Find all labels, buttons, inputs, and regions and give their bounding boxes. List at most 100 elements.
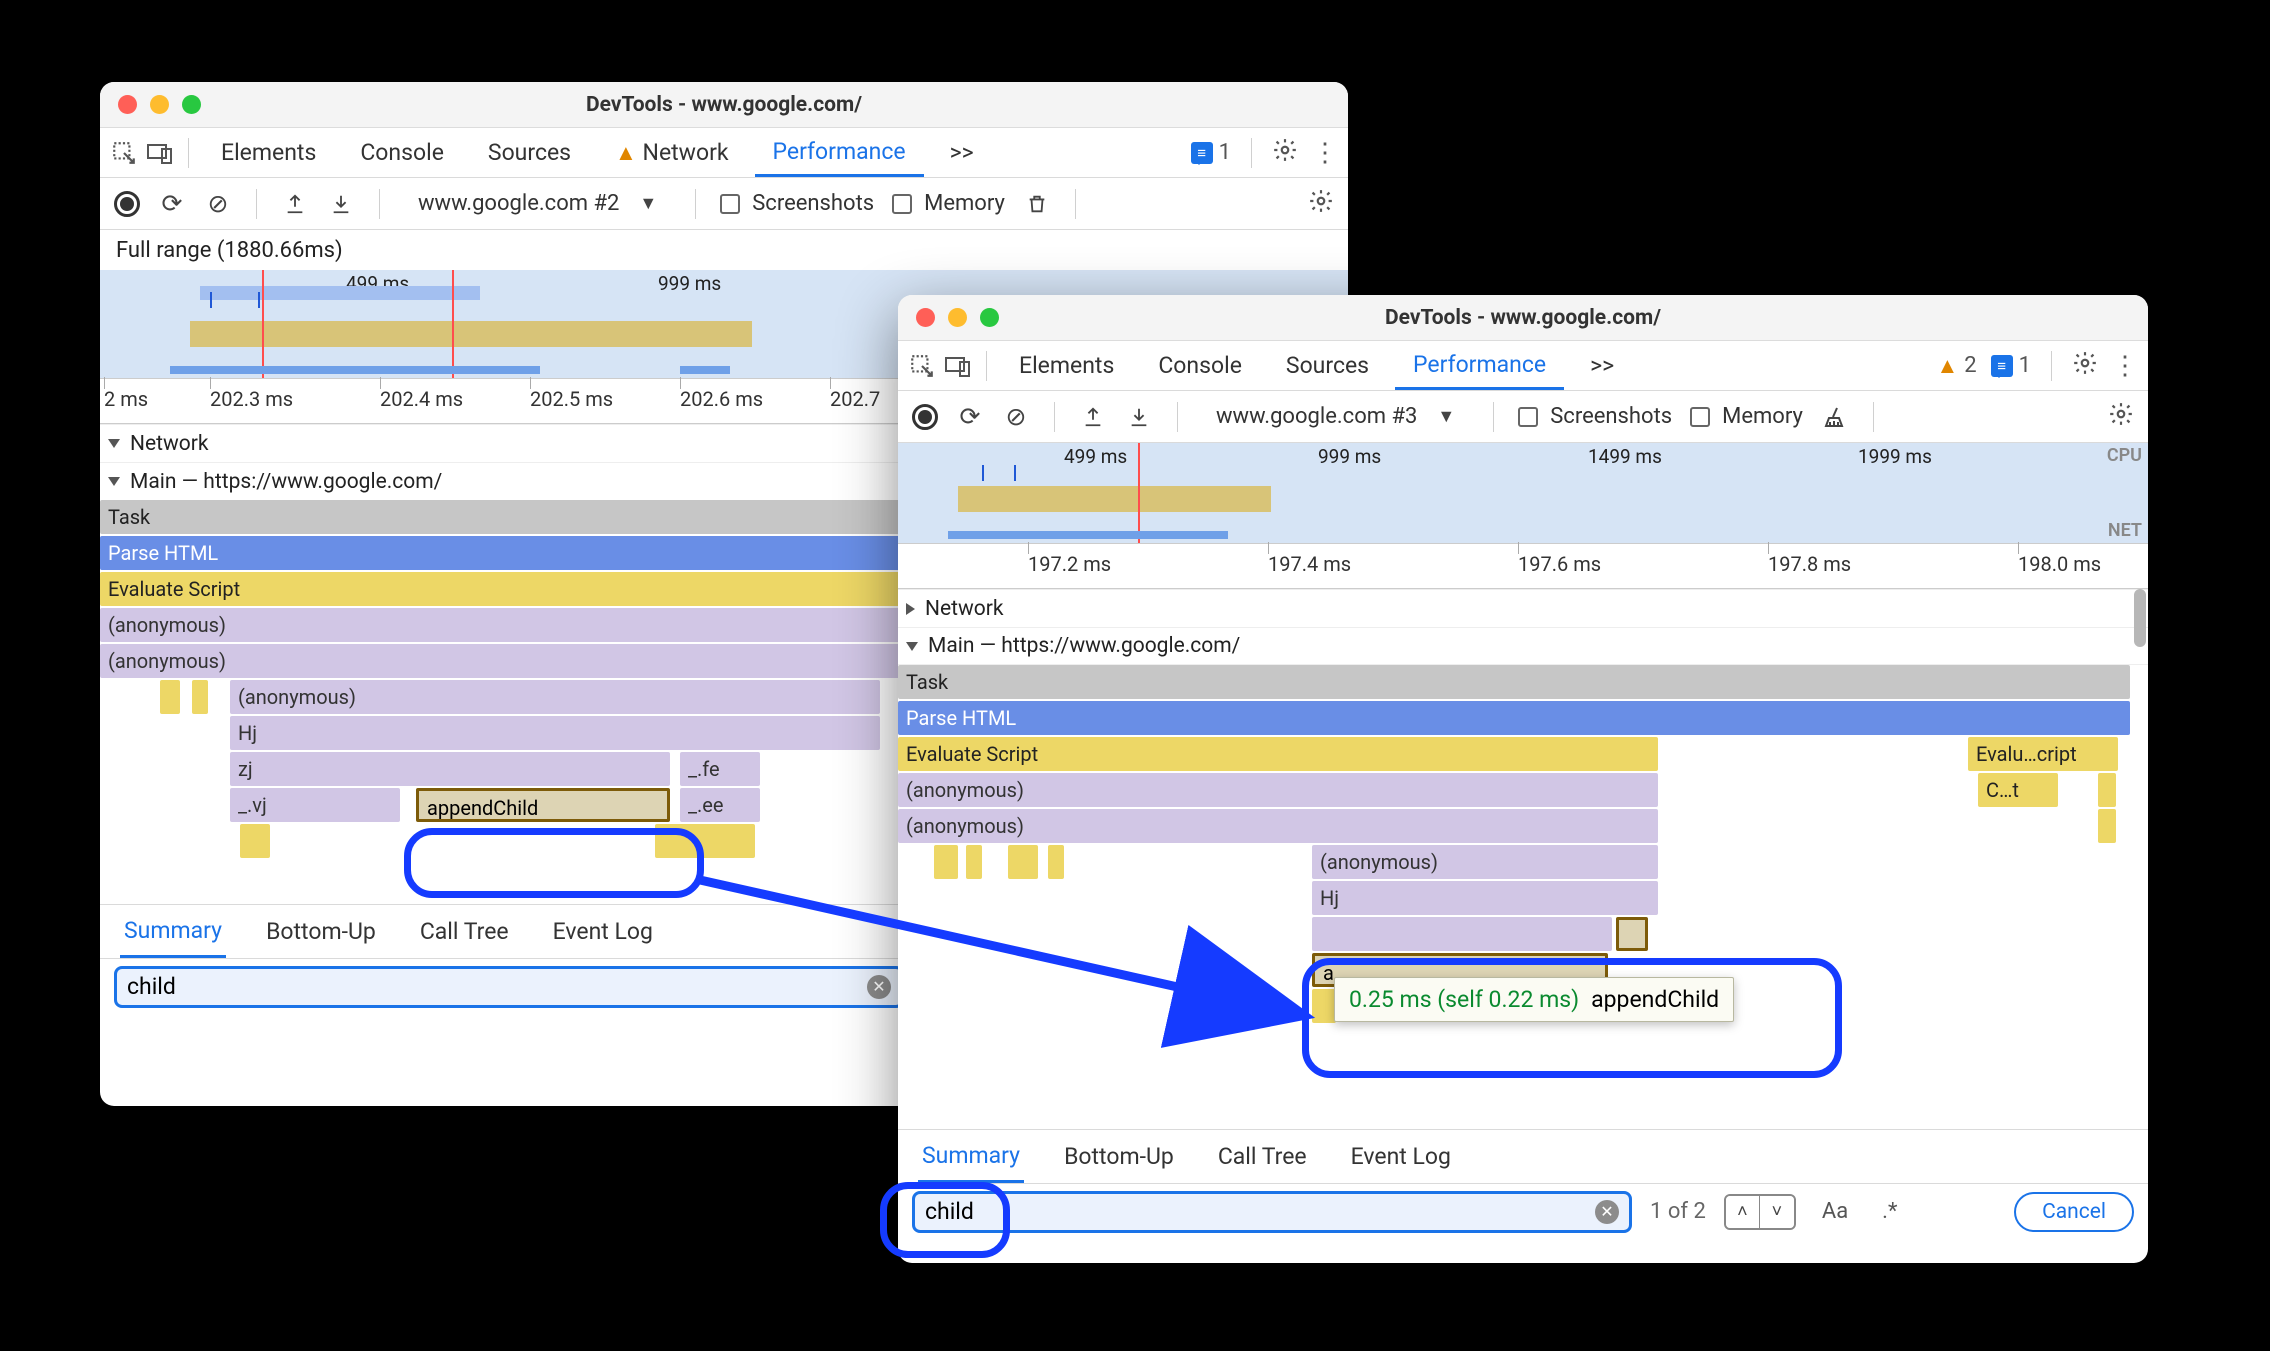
flame-bar[interactable] bbox=[2098, 773, 2116, 807]
search-prev-button[interactable]: ˄ bbox=[1726, 1196, 1760, 1228]
device-toggle-icon[interactable] bbox=[146, 139, 174, 167]
upload-icon[interactable] bbox=[281, 193, 309, 215]
recording-select[interactable]: www.google.com #3 ▼ bbox=[1202, 400, 1469, 433]
flame-scrollbar[interactable] bbox=[2130, 589, 2148, 1129]
regex-toggle[interactable]: .* bbox=[1874, 1195, 1905, 1228]
btab-calltree[interactable]: Call Tree bbox=[1214, 1130, 1311, 1183]
flame-bar[interactable] bbox=[1048, 845, 1064, 879]
tab-console[interactable]: Console bbox=[342, 128, 462, 177]
track-network-header[interactable]: Network bbox=[898, 589, 2148, 627]
window-maximize-icon[interactable] bbox=[182, 95, 201, 114]
kebab-menu-icon[interactable]: ⋮ bbox=[1312, 138, 1338, 168]
inspect-icon[interactable] bbox=[908, 352, 936, 380]
reload-icon[interactable]: ⟳ bbox=[158, 189, 186, 219]
flame-bar[interactable]: (anonymous) bbox=[898, 809, 1658, 843]
warnings-badge[interactable]: ▲ 2 bbox=[1936, 353, 1976, 379]
flame-bar[interactable]: zj bbox=[230, 752, 670, 786]
flame-bar[interactable] bbox=[966, 845, 982, 879]
btab-summary[interactable]: Summary bbox=[120, 905, 226, 958]
record-button[interactable] bbox=[912, 404, 938, 430]
flame-bar[interactable] bbox=[2098, 809, 2116, 843]
gear-icon[interactable] bbox=[1272, 137, 1298, 169]
clear-icon[interactable]: ⊘ bbox=[204, 189, 232, 219]
device-toggle-icon[interactable] bbox=[944, 352, 972, 380]
screenshots-checkbox[interactable]: Screenshots bbox=[720, 191, 874, 216]
flame-bar-eval[interactable]: Evaluate Script bbox=[898, 737, 1658, 771]
flame-bar[interactable]: Hj bbox=[1312, 881, 1658, 915]
flame-bar-eval-short[interactable]: Evalu…cript bbox=[1968, 737, 2118, 771]
upload-icon[interactable] bbox=[1079, 406, 1107, 428]
flame-bar[interactable] bbox=[160, 680, 180, 714]
issues-badge[interactable]: ≡ 1 bbox=[1191, 140, 1231, 165]
tab-elements[interactable]: Elements bbox=[203, 128, 334, 177]
clear-search-icon[interactable]: ✕ bbox=[1595, 1200, 1619, 1224]
tab-more[interactable]: >> bbox=[1572, 341, 1632, 390]
flame-bar[interactable]: (anonymous) bbox=[230, 680, 880, 714]
tab-performance[interactable]: Performance bbox=[1395, 341, 1564, 390]
flame-bar[interactable]: C…t bbox=[1978, 773, 2058, 807]
flame-bar[interactable] bbox=[655, 824, 755, 858]
scroll-thumb[interactable] bbox=[2134, 589, 2146, 647]
flame-bar-task[interactable]: Task bbox=[898, 665, 2130, 699]
flame-bar[interactable]: Hj bbox=[230, 716, 880, 750]
btab-eventlog[interactable]: Event Log bbox=[549, 905, 657, 958]
kebab-menu-icon[interactable]: ⋮ bbox=[2112, 351, 2138, 381]
window-maximize-icon[interactable] bbox=[980, 308, 999, 327]
tab-sources[interactable]: Sources bbox=[1268, 341, 1387, 390]
btab-eventlog[interactable]: Event Log bbox=[1347, 1130, 1455, 1183]
window-minimize-icon[interactable] bbox=[150, 95, 169, 114]
perf-settings-icon[interactable] bbox=[2108, 401, 2134, 433]
tab-sources[interactable]: Sources bbox=[470, 128, 589, 177]
flame-bar[interactable] bbox=[1616, 917, 1648, 951]
flame-chart[interactable]: Network Main — https://www.google.com/ T… bbox=[898, 589, 2148, 1129]
tab-more[interactable]: >> bbox=[932, 128, 992, 177]
flame-bar[interactable]: _.vj bbox=[230, 788, 400, 822]
memory-checkbox[interactable]: Memory bbox=[892, 191, 1005, 216]
clear-icon[interactable]: ⊘ bbox=[1002, 402, 1030, 432]
perf-settings-icon[interactable] bbox=[1308, 188, 1334, 220]
flame-bar[interactable] bbox=[192, 680, 208, 714]
search-input[interactable] bbox=[127, 973, 857, 1000]
flame-ruler[interactable]: 197.2 ms 197.4 ms 197.6 ms 197.8 ms 198.… bbox=[898, 543, 2148, 589]
btab-bottomup[interactable]: Bottom-Up bbox=[1060, 1130, 1178, 1183]
window-close-icon[interactable] bbox=[118, 95, 137, 114]
memory-checkbox[interactable]: Memory bbox=[1690, 404, 1803, 429]
flame-bar[interactable]: _.fe bbox=[680, 752, 760, 786]
btab-calltree[interactable]: Call Tree bbox=[416, 905, 513, 958]
download-icon[interactable] bbox=[327, 193, 355, 215]
titlebar[interactable]: DevTools - www.google.com/ bbox=[100, 82, 1348, 128]
cancel-button[interactable]: Cancel bbox=[2014, 1192, 2134, 1232]
screenshots-checkbox[interactable]: Screenshots bbox=[1518, 404, 1672, 429]
tab-performance[interactable]: Performance bbox=[755, 128, 924, 177]
gear-icon[interactable] bbox=[2072, 350, 2098, 382]
window-minimize-icon[interactable] bbox=[948, 308, 967, 327]
flame-bar[interactable] bbox=[240, 824, 270, 858]
flame-bar[interactable]: (anonymous) bbox=[898, 773, 1658, 807]
tab-elements[interactable]: Elements bbox=[1001, 341, 1132, 390]
flame-bar[interactable]: _.ee bbox=[680, 788, 760, 822]
flame-bar[interactable] bbox=[1312, 917, 1612, 951]
window-close-icon[interactable] bbox=[916, 308, 935, 327]
flame-bar-parse[interactable]: Parse HTML bbox=[898, 701, 2130, 735]
match-case-toggle[interactable]: Aa bbox=[1814, 1195, 1856, 1228]
tab-network[interactable]: ▲ Network bbox=[597, 128, 746, 177]
timeline-overview[interactable]: 499 ms 999 ms 1499 ms 1999 ms CPU NET bbox=[898, 443, 2148, 543]
flame-bar[interactable]: (anonymous) bbox=[1312, 845, 1658, 879]
gc-icon[interactable] bbox=[1821, 404, 1849, 430]
recording-select[interactable]: www.google.com #2 ▼ bbox=[404, 187, 671, 220]
btab-bottomup[interactable]: Bottom-Up bbox=[262, 905, 380, 958]
btab-summary[interactable]: Summary bbox=[918, 1130, 1024, 1183]
download-icon[interactable] bbox=[1125, 406, 1153, 428]
flame-bar[interactable] bbox=[934, 845, 958, 879]
trash-icon[interactable] bbox=[1023, 192, 1051, 216]
flame-bar-appendchild[interactable]: appendChild bbox=[416, 788, 670, 822]
reload-icon[interactable]: ⟳ bbox=[956, 402, 984, 432]
tab-console[interactable]: Console bbox=[1140, 341, 1260, 390]
search-input[interactable] bbox=[925, 1198, 1585, 1225]
titlebar[interactable]: DevTools - www.google.com/ bbox=[898, 295, 2148, 341]
record-button[interactable] bbox=[114, 191, 140, 217]
search-next-button[interactable]: ˅ bbox=[1760, 1196, 1794, 1228]
inspect-icon[interactable] bbox=[110, 139, 138, 167]
track-main-header[interactable]: Main — https://www.google.com/ bbox=[898, 627, 2148, 665]
clear-search-icon[interactable]: ✕ bbox=[867, 975, 891, 999]
